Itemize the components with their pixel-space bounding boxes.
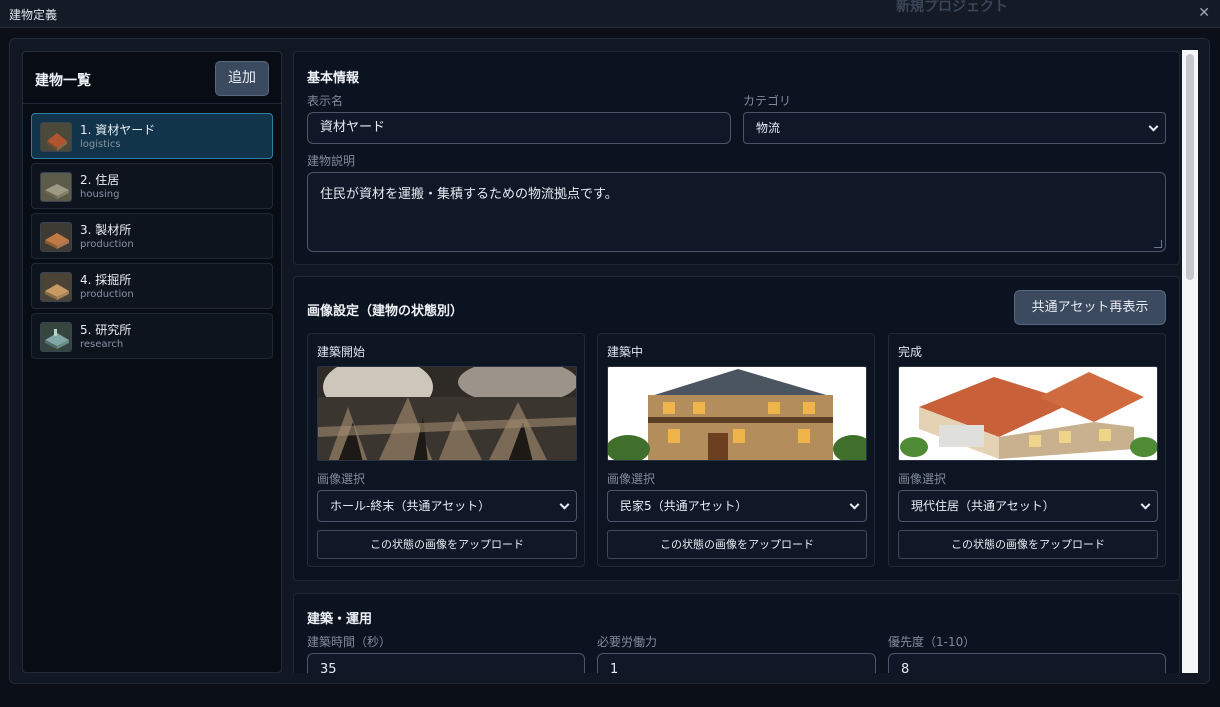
background-window-title: 新規プロジェクト: [896, 0, 1008, 15]
image-selected-value: ホール-終末（共通アセット）: [330, 499, 491, 513]
building-thumbnail: [40, 222, 72, 252]
image-select-label: 画像選択: [898, 472, 947, 486]
display-name-input[interactable]: 資材ヤード: [307, 112, 731, 144]
building-name: 1. 資材ヤード: [80, 123, 156, 137]
building-name: 3. 製材所: [80, 223, 132, 237]
description-textarea[interactable]: 住民が資材を運搬・集積するための物流拠点です。: [307, 172, 1166, 252]
build-time-label: 建築時間（秒）: [307, 635, 392, 649]
scrollbar-thumb[interactable]: [1186, 54, 1194, 280]
construction-section: 建築・運用 建築時間（秒） 35 必要労働力 1 優先度（1-10） 8: [293, 593, 1180, 673]
resize-handle-icon[interactable]: [1154, 240, 1162, 248]
building-thumbnail: [40, 122, 72, 152]
building-list-panel: 建物一覧 追加 1. 資材ヤード logistics 2. 住居 housing…: [22, 51, 282, 673]
image-select-label: 画像選択: [317, 472, 366, 486]
building-thumbnail: [40, 172, 72, 202]
building-thumbnail: [40, 322, 72, 352]
basic-info-section: 基本情報 表示名 資材ヤード カテゴリ 物流 建物説明 住民が資材を運搬・集積す…: [293, 51, 1180, 265]
category-select[interactable]: 物流: [743, 112, 1166, 144]
category-label: カテゴリ: [743, 94, 792, 108]
state-title: 完成: [898, 345, 923, 359]
state-title: 建築開始: [317, 345, 366, 359]
building-definition-modal: 建物一覧 追加 1. 資材ヤード logistics 2. 住居 housing…: [9, 38, 1210, 684]
building-detail-scroll-area[interactable]: 基本情報 表示名 資材ヤード カテゴリ 物流 建物説明 住民が資材を運搬・集積す…: [293, 51, 1184, 673]
building-category: housing: [80, 189, 120, 200]
image-settings-title: 画像設定（建物の状態別）: [307, 304, 464, 319]
state-card-build-start: 建築開始 画像選択 ホール-終末（共通アセット） この状態の画像をアップロード: [307, 333, 585, 567]
reshow-shared-assets-button[interactable]: 共通アセット再表示: [1014, 290, 1166, 325]
building-thumbnail: [40, 272, 72, 302]
building-list-header: 建物一覧 追加: [23, 52, 281, 104]
priority-label: 優先度（1-10）: [888, 635, 976, 649]
construction-title: 建築・運用: [307, 612, 373, 627]
labor-input[interactable]: 1: [597, 653, 876, 673]
chevron-down-icon: [1148, 121, 1159, 132]
window-title: 建物定義: [9, 8, 58, 22]
building-list-title: 建物一覧: [35, 73, 91, 89]
upload-image-button[interactable]: この状態の画像をアップロード: [898, 530, 1158, 559]
basic-info-title: 基本情報: [307, 71, 360, 86]
display-name-label: 表示名: [307, 94, 344, 108]
building-list-item[interactable]: 5. 研究所 research: [31, 313, 273, 359]
building-category: production: [80, 239, 134, 250]
building-category: logistics: [80, 139, 121, 150]
image-select-under-construction[interactable]: 民家5（共通アセット）: [607, 490, 867, 522]
description-label: 建物説明: [307, 154, 356, 168]
image-select-label: 画像選択: [607, 472, 656, 486]
building-list-item[interactable]: 2. 住居 housing: [31, 163, 273, 209]
chevron-down-icon: [849, 499, 860, 510]
upload-image-button[interactable]: この状態の画像をアップロード: [317, 530, 577, 559]
detail-scrollbar[interactable]: [1182, 50, 1198, 673]
state-card-completed: 完成 画像選択 現代住居（共通アセット） この状態の画像をアップロード: [888, 333, 1166, 567]
image-selected-value: 現代住居（共通アセット）: [911, 499, 1055, 513]
description-text: 住民が資材を運搬・集積するための物流拠点です。: [320, 187, 618, 202]
chevron-down-icon: [559, 499, 570, 510]
upload-image-button[interactable]: この状態の画像をアップロード: [607, 530, 867, 559]
chevron-down-icon: [1140, 499, 1151, 510]
add-building-button[interactable]: 追加: [215, 61, 269, 96]
state-card-under-construction: 建築中 画像選択 民家5（共通アセット） この状態の画像をアップロード: [597, 333, 875, 567]
priority-input[interactable]: 8: [888, 653, 1166, 673]
image-select-completed[interactable]: 現代住居（共通アセット）: [898, 490, 1158, 522]
image-settings-section: 画像設定（建物の状態別） 共通アセット再表示 建築開始 画像選択 ホール-終末（…: [293, 276, 1180, 581]
building-list-item[interactable]: 4. 採掘所 production: [31, 263, 273, 309]
building-list-item[interactable]: 1. 資材ヤード logistics: [31, 113, 273, 159]
state-preview-image: [607, 366, 867, 461]
window-titlebar: 建物定義 新規プロジェクト ✕: [0, 0, 1220, 28]
building-category: research: [80, 339, 124, 350]
image-select-build-start[interactable]: ホール-終末（共通アセット）: [317, 490, 577, 522]
building-list-item[interactable]: 3. 製材所 production: [31, 213, 273, 259]
building-name: 4. 採掘所: [80, 273, 132, 287]
state-preview-image: [317, 366, 577, 461]
image-selected-value: 民家5（共通アセット）: [620, 499, 748, 513]
labor-label: 必要労働力: [597, 635, 658, 649]
building-name: 5. 研究所: [80, 323, 132, 337]
state-title: 建築中: [607, 345, 644, 359]
building-category: production: [80, 289, 134, 300]
state-preview-image: [898, 366, 1158, 461]
build-time-input[interactable]: 35: [307, 653, 585, 673]
close-icon[interactable]: ✕: [1198, 5, 1210, 21]
building-name: 2. 住居: [80, 173, 120, 187]
category-selected-value: 物流: [756, 121, 781, 135]
